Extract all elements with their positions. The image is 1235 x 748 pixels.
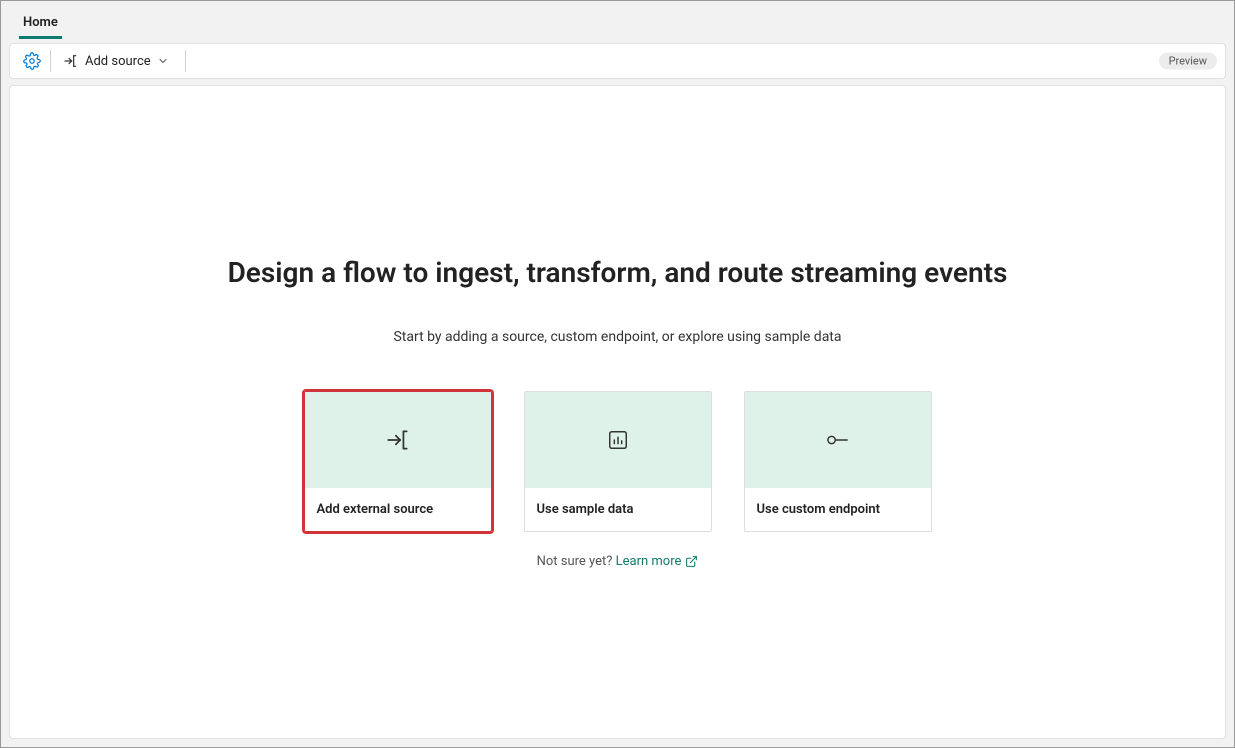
arrow-in-icon bbox=[385, 427, 411, 453]
divider bbox=[185, 50, 186, 72]
add-source-button[interactable]: Add source bbox=[57, 47, 175, 75]
add-source-label: Add source bbox=[85, 54, 151, 69]
design-canvas: Design a flow to ingest, transform, and … bbox=[9, 85, 1226, 739]
hero-title: Design a flow to ingest, transform, and … bbox=[10, 256, 1225, 289]
learn-more-label: Learn more bbox=[616, 554, 682, 569]
card-use-sample-data[interactable]: Use sample data bbox=[524, 391, 712, 532]
card-icon-area bbox=[525, 392, 711, 488]
endpoint-icon bbox=[825, 429, 851, 451]
card-icon-area bbox=[305, 392, 491, 488]
tab-strip: Home bbox=[1, 1, 1234, 39]
tab-home[interactable]: Home bbox=[19, 7, 62, 39]
external-link-icon bbox=[685, 555, 698, 568]
settings-button[interactable] bbox=[18, 47, 46, 75]
chevron-down-icon bbox=[157, 55, 169, 67]
tab-home-label: Home bbox=[23, 15, 58, 30]
card-label: Use custom endpoint bbox=[745, 488, 931, 531]
card-label: Use sample data bbox=[525, 488, 711, 531]
preview-badge: Preview bbox=[1159, 53, 1217, 70]
card-add-external-source[interactable]: Add external source bbox=[304, 391, 492, 532]
arrow-in-icon bbox=[63, 53, 79, 69]
divider bbox=[50, 50, 51, 72]
hero-subtitle: Start by adding a source, custom endpoin… bbox=[10, 329, 1225, 345]
hero: Design a flow to ingest, transform, and … bbox=[10, 256, 1225, 569]
card-label: Add external source bbox=[305, 488, 491, 531]
learn-more-link[interactable]: Learn more bbox=[616, 554, 699, 569]
footer-prompt: Not sure yet? bbox=[537, 554, 616, 569]
preview-badge-label: Preview bbox=[1169, 55, 1207, 68]
footer-hint: Not sure yet? Learn more bbox=[10, 554, 1225, 569]
gear-icon bbox=[23, 52, 41, 70]
card-icon-area bbox=[745, 392, 931, 488]
bar-chart-icon bbox=[607, 429, 629, 451]
card-use-custom-endpoint[interactable]: Use custom endpoint bbox=[744, 391, 932, 532]
cards-row: Add external source Use sample data bbox=[10, 391, 1225, 532]
toolbar: Add source Preview bbox=[9, 43, 1226, 79]
